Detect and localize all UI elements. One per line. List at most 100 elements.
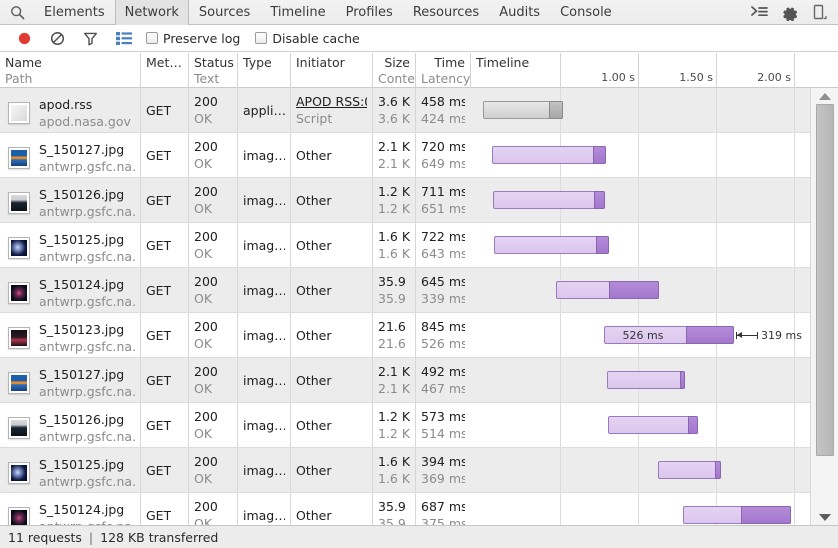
cell-name[interactable]: S_150124.jpgantwrp.gsfc.na… [0,493,140,525]
scroll-up-arrow-icon[interactable] [811,88,838,104]
cell-size: 1.2 KB 1.2 KB [372,178,415,223]
column-header-method[interactable]: Met… [140,53,188,88]
cell-size: 1.6 KB 1.6 KB [372,223,415,268]
request-type: imag… [243,193,285,208]
initiator-value: Other [296,193,332,208]
filter-funnel-icon[interactable] [74,25,107,52]
waterfall-bar[interactable] [493,191,605,209]
waterfall-bar[interactable] [556,281,659,299]
record-circle-icon[interactable] [8,25,41,52]
cell-timeline [470,88,810,133]
initiator-value: Other [296,508,332,523]
cell-initiator: APOD RSS:0 Script [290,88,372,133]
total-time: 573 ms [421,409,465,424]
cell-status: 200 OK [188,358,237,403]
cell-time: 394 ms 369 ms [415,448,470,493]
waterfall-bar[interactable] [658,461,721,479]
console-drawer-icon[interactable] [744,0,774,25]
tab-timeline[interactable]: Timeline [260,0,335,25]
table-row[interactable]: apod.rss apod.nasa.gov GET 200 OK appli… APOD … [0,88,838,133]
cell-name[interactable]: S_150124.jpgantwrp.gsfc.na… [0,268,140,313]
waterfall-latency-segment [680,371,685,389]
column-header-time[interactable]: Time Latency [415,53,470,88]
disable-cache-checkbox-box[interactable] [255,32,268,44]
cell-name[interactable]: apod.rss apod.nasa.gov [0,88,140,133]
waterfall-bar[interactable] [683,506,791,524]
request-thumbnail [8,192,30,214]
scrollbar-thumb[interactable] [816,104,834,456]
table-row[interactable]: S_150127.jpg antwrp.gsfc.na… GET 200 OK imag…… [0,133,838,178]
table-row[interactable]: S_150126.jpg antwrp.gsfc.na… GET 200 OK imag…… [0,178,838,223]
waterfall-annotation-label: 319 ms [761,328,802,342]
request-thumbnail [8,237,30,259]
clear-no-entry-icon[interactable] [41,25,74,52]
content-size: 1.2 KB [378,201,410,216]
tab-elements[interactable]: Elements [34,0,115,25]
column-header-status[interactable]: Status Text [188,53,237,88]
cell-status: 200 OK [188,493,237,525]
timeline-gridline [638,493,639,525]
column-header-initiator[interactable]: Initiator [290,53,372,88]
latency-time: 424 ms [421,111,465,126]
cell-name[interactable]: S_150126.jpg antwrp.gsfc.na… [0,178,140,223]
tab-resources[interactable]: Resources [403,0,489,25]
scrollbar-track[interactable] [816,104,834,509]
waterfall-bar[interactable] [607,371,685,389]
table-row[interactable]: S_150127.jpg antwrp.gsfc.na… GET 200 OK imag…… [0,358,838,403]
cell-name[interactable]: S_150123.jpg antwrp.gsfc.na… [0,313,140,358]
tab-sources[interactable]: Sources [189,0,260,25]
tab-profiles[interactable]: Profiles [336,0,403,25]
column-header-type[interactable]: Type [237,53,290,88]
table-row[interactable]: S_150124.jpgantwrp.gsfc.na…GET200OKimag…… [0,493,838,525]
waterfall-bar[interactable] [608,416,698,434]
preserve-log-checkbox-box[interactable] [146,32,158,44]
search-icon[interactable] [0,0,34,25]
cell-method: GET [140,133,188,178]
cell-method: GET [140,358,188,403]
waterfall-bar[interactable] [492,146,606,164]
cell-name[interactable]: S_150127.jpg antwrp.gsfc.na… [0,133,140,178]
cell-name[interactable]: S_150127.jpg antwrp.gsfc.na… [0,358,140,403]
table-row[interactable]: S_150126.jpg antwrp.gsfc.na… GET 200 OK imag…… [0,403,838,448]
disable-cache-checkbox[interactable]: Disable cache [255,31,360,46]
table-row[interactable]: S_150125.jpg antwrp.gsfc.na… GET 200 OK imag…… [0,223,838,268]
scroll-down-arrow-icon[interactable] [811,509,838,525]
initiator-value: Other [296,463,332,478]
preserve-log-checkbox[interactable]: Preserve log [146,31,240,46]
dock-panel-icon[interactable] [804,0,834,25]
waterfall-bar[interactable] [494,236,609,254]
timeline-gridline [638,133,639,178]
column-header-size[interactable]: SizeConten [372,53,415,88]
request-list[interactable]: apod.rss apod.nasa.gov GET 200 OK appli… APOD … [0,88,838,525]
cell-name[interactable]: S_150125.jpg antwrp.gsfc.na… [0,223,140,268]
request-path: antwrp.gsfc.na… [39,294,135,309]
tab-network[interactable]: Network [114,0,189,25]
tab-audits[interactable]: Audits [489,0,550,25]
waterfall-bar[interactable] [483,101,563,119]
cell-method: GET [140,88,188,133]
list-view-icon[interactable] [107,25,140,52]
timeline-gridline [560,313,561,358]
cell-name[interactable]: S_150126.jpg antwrp.gsfc.na… [0,403,140,448]
request-name: S_150126.jpg [39,187,125,202]
latency-time: 526 ms [421,336,465,351]
request-method: GET [146,508,172,523]
request-name: S_150126.jpg [39,412,125,427]
table-row[interactable]: S_150123.jpg antwrp.gsfc.na… GET 200 OK imag…… [0,313,838,358]
status-code: 200 [194,184,218,199]
timeline-gridline [638,88,639,133]
initiator-value[interactable]: APOD RSS:0 [296,93,367,110]
waterfall-bar[interactable]: 526 ms [604,326,734,344]
gear-icon[interactable] [774,0,804,25]
transfer-size: 1.2 KB [378,184,410,199]
column-title: Met… [146,55,182,70]
timeline-gridline [794,133,795,178]
cell-name[interactable]: S_150125.jpg antwrp.gsfc.na… [0,448,140,493]
cell-timeline [470,493,810,525]
vertical-scrollbar[interactable] [810,88,838,525]
column-header-name[interactable]: Name Path [0,53,140,88]
table-row[interactable]: S_150124.jpgantwrp.gsfc.na…GET200OKimag…… [0,268,838,313]
transfer-size: 21.6 … [378,319,410,334]
table-row[interactable]: S_150125.jpg antwrp.gsfc.na… GET 200 OK imag…… [0,448,838,493]
tab-console[interactable]: Console [550,0,622,25]
